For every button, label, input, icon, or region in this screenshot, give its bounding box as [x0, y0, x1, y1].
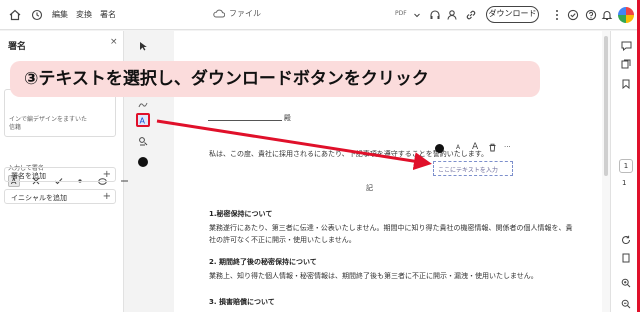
- menu-sign[interactable]: 署名: [100, 9, 116, 20]
- history-icon[interactable]: [28, 6, 46, 24]
- pages-icon[interactable]: [619, 57, 633, 71]
- plus-icon: +: [102, 191, 111, 202]
- bookmark-icon[interactable]: [619, 77, 633, 91]
- section-1-line-1: 業務遂行にあたり、第三者に伝達・公表いたしません。期間中に知り得た貴社の機密情報…: [209, 224, 573, 232]
- avatar[interactable]: [618, 7, 634, 23]
- more-horizontal-icon[interactable]: ···: [504, 143, 511, 151]
- refresh-icon[interactable]: [619, 233, 633, 247]
- text-format-toolbar: A A ···: [430, 140, 520, 156]
- share-user-icon[interactable]: [444, 6, 462, 24]
- current-page-field[interactable]: 1: [619, 159, 633, 173]
- increase-font-icon[interactable]: A: [472, 142, 478, 152]
- headphones-icon[interactable]: [426, 6, 444, 24]
- scrollbar-thumb[interactable]: [604, 36, 608, 176]
- comment-icon[interactable]: [619, 39, 633, 53]
- pdf-label: PDF: [395, 10, 407, 17]
- add-signature-label: 署名を追加: [11, 172, 46, 180]
- cloud-icon: [213, 9, 225, 18]
- add-signature-button[interactable]: 署名を追加 +: [4, 167, 116, 182]
- link-icon[interactable]: [462, 6, 480, 24]
- chevron-down-icon[interactable]: [408, 6, 426, 24]
- color-picker-icon[interactable]: [136, 155, 150, 169]
- zoom-in-icon[interactable]: [619, 276, 633, 290]
- add-text-tool-icon[interactable]: A: [136, 113, 150, 127]
- zoom-out-icon[interactable]: [619, 297, 633, 311]
- hint-line-2: 信籍: [9, 124, 22, 131]
- add-initials-button[interactable]: イニシャルを追加 +: [4, 189, 116, 204]
- section-1-line-2: 社の許可なく不正に開示・使用いたしません。: [209, 236, 356, 244]
- section-2-line-1: 業務上、知り得た個人情報・秘密情報は、期間終了後も第三者に不正に開示・漏洩・使用…: [209, 272, 538, 280]
- home-icon[interactable]: [6, 6, 24, 24]
- addressee-suffix: 殿: [284, 114, 291, 122]
- bell-icon[interactable]: [598, 6, 616, 24]
- right-tool-strip: 1 1: [610, 31, 640, 312]
- center-mark: 記: [366, 184, 373, 192]
- section-2-title: 2. 期間終了後の秘密保持について: [209, 258, 317, 266]
- file-name-area[interactable]: ファイル: [213, 8, 261, 19]
- add-initials-label: イニシャルを追加: [11, 194, 67, 202]
- plus-icon: +: [102, 169, 111, 180]
- signature-pen-icon[interactable]: [136, 97, 150, 111]
- trash-icon[interactable]: [488, 143, 497, 154]
- download-button[interactable]: ダウンロード: [486, 6, 539, 23]
- hint-line-1: インで編デザインをますいた: [9, 116, 88, 123]
- section-3-title: 3. 損害賠償について: [209, 298, 275, 306]
- cursor-icon[interactable]: [136, 39, 150, 53]
- menu-edit[interactable]: 編集: [52, 9, 68, 20]
- top-toolbar: 編集 変換 署名 ファイル PDF ダウンロード: [0, 0, 640, 30]
- signature-line: [208, 120, 282, 121]
- close-icon[interactable]: ×: [110, 37, 118, 47]
- decrease-font-icon[interactable]: A: [456, 144, 460, 151]
- svg-text:A: A: [140, 117, 146, 126]
- text-input-field[interactable]: ここにテキストを入力: [433, 161, 513, 176]
- total-pages: 1: [622, 179, 627, 187]
- check-circle-icon[interactable]: [564, 6, 582, 24]
- panel-title: 署名: [8, 42, 27, 52]
- vertical-scrollbar[interactable]: [602, 31, 610, 312]
- page-fit-icon[interactable]: [619, 251, 633, 265]
- menu-convert[interactable]: 変換: [76, 9, 92, 20]
- text-color-swatch[interactable]: [435, 144, 444, 153]
- stamp-icon[interactable]: [136, 134, 150, 148]
- section-1-title: 1.秘密保持について: [209, 210, 273, 218]
- file-name: ファイル: [229, 9, 261, 18]
- instruction-callout: ③テキストを選択し、ダウンロードボタンをクリック: [10, 61, 540, 97]
- color-swatch: [138, 157, 148, 167]
